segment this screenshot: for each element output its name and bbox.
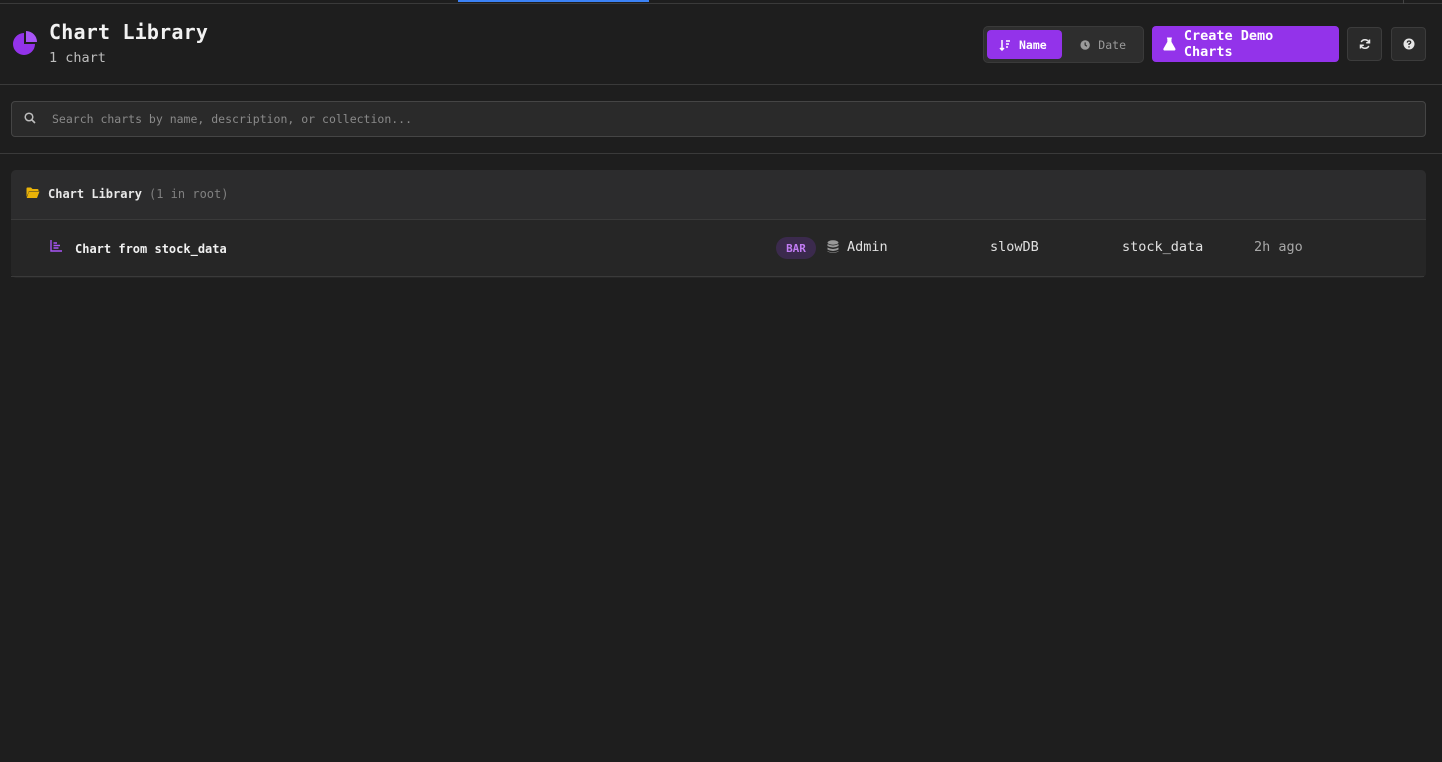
create-demo-charts-button[interactable]: Create Demo Charts [1152,26,1339,62]
search-bar-section [0,85,1442,154]
collection-header[interactable]: Chart Library (1 in root) [11,170,1426,220]
create-demo-charts-label: Create Demo Charts [1183,28,1274,60]
help-button[interactable] [1391,27,1426,61]
chart-count: 1 chart [49,50,106,66]
refresh-icon [1359,39,1370,49]
chart-type-badge: BAR [776,237,816,259]
clock-icon [1080,39,1090,50]
flask-icon [1163,37,1176,51]
question-circle-icon [1403,38,1414,50]
pie-chart-icon [13,31,37,55]
folder-open-icon [26,187,40,198]
search-input[interactable] [52,102,1412,136]
page-title: Chart Library [49,20,209,44]
refresh-button[interactable] [1347,27,1382,61]
bar-chart-icon [50,240,62,252]
collection-count: (1 in root) [149,187,229,201]
chart-library-panel: Chart Library (1 in root) Chart from sto… [11,170,1426,278]
sort-by-name-label: Name [1019,37,1047,52]
chart-owner: Admin [847,239,888,255]
page-header: Chart Library 1 chart Name Date Create D… [0,4,1442,85]
chart-updated-time: 2h ago [1254,239,1303,255]
chart-table: stock_data [1122,239,1204,255]
sort-by-date-button[interactable]: Date [1068,30,1138,59]
sort-icon [999,39,1010,51]
chart-database: slowDB [990,239,1039,255]
collection-title: Chart Library [48,187,142,201]
sort-toggle-group: Name Date [983,26,1144,63]
sort-by-name-button[interactable]: Name [987,30,1062,59]
active-tab-indicator [458,0,649,2]
search-box [11,101,1426,137]
database-icon [827,240,839,253]
search-icon [24,112,36,124]
chart-row[interactable]: Chart from stock_data BAR Admin slowDB s… [11,220,1424,277]
sort-by-date-label: Date [1098,37,1126,52]
chart-name[interactable]: Chart from stock_data [75,242,227,256]
